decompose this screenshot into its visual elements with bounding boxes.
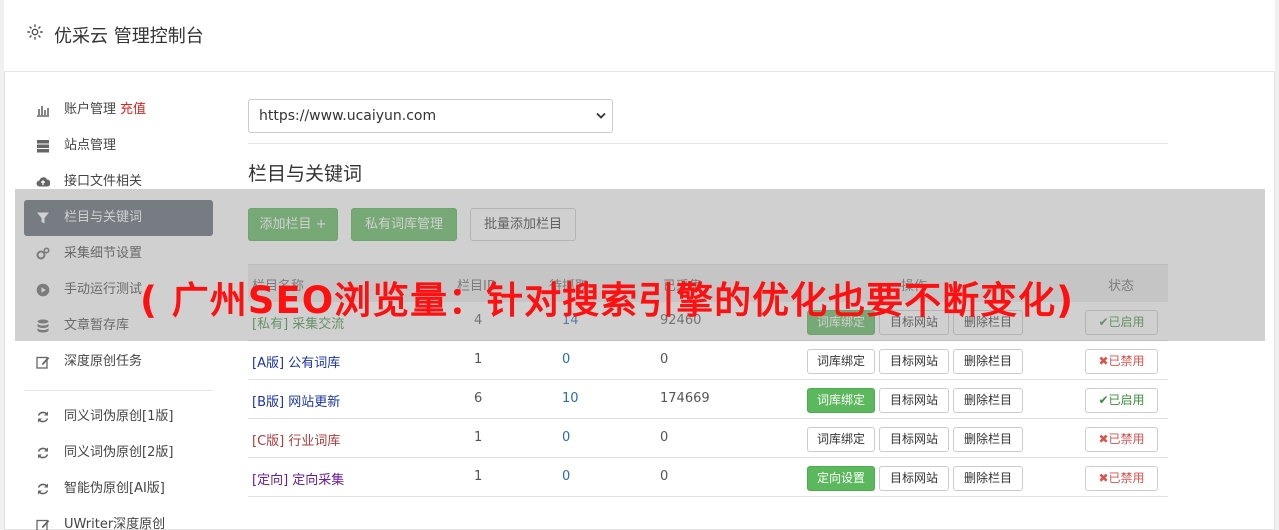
target-site-button[interactable]: 目标网站 (879, 466, 949, 491)
column-name: 定向采集 (292, 473, 345, 488)
page-header: 优采云 管理控制台 (4, 0, 1275, 72)
collected-count: 0 (660, 430, 669, 445)
column-name-link[interactable]: [B版] 网站更新 (252, 391, 340, 410)
column-tag: [B版] (252, 395, 285, 410)
table-row: [定向] 定向采集 1 0 0 定向设置 目标网站 删除栏目 ✖已禁用 (248, 458, 1168, 497)
bind-lexicon-button[interactable]: 词库绑定 (807, 388, 875, 413)
refresh-icon (37, 483, 49, 495)
column-name: 公有词库 (288, 356, 341, 371)
bind-lexicon-button[interactable]: 词库绑定 (807, 427, 875, 452)
bind-lexicon-button[interactable]: 定向设置 (807, 466, 875, 491)
sidebar-item-synonym-v2[interactable]: 同义词伪原创[2版] (24, 435, 214, 471)
recharge-link[interactable]: 充值 (120, 102, 146, 117)
delete-column-button[interactable]: 删除栏目 (953, 388, 1023, 413)
sidebar-item-label: UWriter深度原创 (64, 517, 166, 530)
sidebar-item-deep-original[interactable]: 深度原创任务 (24, 344, 214, 380)
divider (248, 143, 1168, 144)
sidebar-item-label: 智能伪原创[AI版] (64, 481, 165, 496)
sidebar-item-uwriter[interactable]: UWriter深度原创 (24, 507, 214, 530)
column-name-link[interactable]: [C版] 行业词库 (252, 430, 340, 449)
edit-icon (36, 519, 50, 530)
chevron-down-icon (596, 112, 606, 119)
status-toggle[interactable]: ✖已禁用 (1085, 466, 1158, 491)
delete-column-button[interactable]: 删除栏目 (953, 349, 1023, 374)
gear-icon (27, 24, 43, 40)
site-select-value: https://www.ucaiyun.com (259, 108, 437, 124)
pending-count[interactable]: 0 (562, 469, 570, 484)
column-name-link[interactable]: [A版] 公有词库 (252, 352, 340, 371)
sidebar-item-label: 站点管理 (64, 138, 117, 153)
cloud-upload-icon (36, 177, 50, 187)
target-site-button[interactable]: 目标网站 (879, 388, 949, 413)
status-toggle[interactable]: ✔已启用 (1085, 388, 1158, 413)
table-row: [B版] 网站更新 6 10 174669 词库绑定 目标网站 删除栏目 ✔已启用 (248, 380, 1168, 419)
column-id: 1 (474, 469, 483, 484)
column-name: 网站更新 (288, 395, 341, 410)
sidebar-item-sites[interactable]: 站点管理 (24, 128, 214, 164)
column-name-link[interactable]: [定向] 定向采集 (252, 469, 344, 488)
sidebar-item-synonym-v1[interactable]: 同义词伪原创[1版] (24, 399, 214, 435)
sidebar-item-ai-rewrite[interactable]: 智能伪原创[AI版] (24, 471, 214, 507)
collected-count: 0 (660, 352, 669, 367)
server-icon (37, 140, 49, 153)
column-id: 1 (474, 430, 483, 445)
table-row: [A版] 公有词库 1 0 0 词库绑定 目标网站 删除栏目 ✖已禁用 (248, 341, 1168, 380)
site-select[interactable]: https://www.ucaiyun.com (248, 99, 613, 133)
pending-count[interactable]: 0 (562, 430, 570, 445)
sidebar-item-label: 接口文件相关 (64, 174, 143, 189)
column-id: 1 (474, 352, 483, 367)
sidebar-item-label: 同义词伪原创[1版] (64, 409, 174, 424)
sidebar-item-label: 同义词伪原创[2版] (64, 445, 174, 460)
sidebar-divider (24, 390, 213, 391)
target-site-button[interactable]: 目标网站 (879, 427, 949, 452)
pending-count[interactable]: 10 (562, 391, 579, 406)
sidebar-item-label: 账户管理 (64, 102, 117, 117)
watermark-text: ( 广州SEO浏览量：针对搜索引擎的优化也要不断变化) (140, 279, 1075, 322)
bind-lexicon-button[interactable]: 词库绑定 (807, 349, 875, 374)
page-title: 优采云 管理控制台 (54, 26, 204, 47)
section-title: 栏目与关键词 (248, 163, 363, 185)
status-toggle[interactable]: ✖已禁用 (1085, 349, 1158, 374)
column-tag: [定向] (252, 473, 289, 488)
pending-count[interactable]: 0 (562, 352, 570, 367)
refresh-icon (37, 447, 49, 459)
collected-count: 0 (660, 469, 669, 484)
table-row: [C版] 行业词库 1 0 0 词库绑定 目标网站 删除栏目 ✖已禁用 (248, 419, 1168, 458)
column-tag: [A版] (252, 356, 285, 371)
delete-column-button[interactable]: 删除栏目 (953, 466, 1023, 491)
column-tag: [C版] (252, 434, 285, 449)
column-id: 6 (474, 391, 483, 406)
sidebar-item-label: 深度原创任务 (64, 354, 143, 369)
delete-column-button[interactable]: 删除栏目 (953, 427, 1023, 452)
bar-chart-icon (37, 106, 49, 117)
column-name: 行业词库 (288, 434, 341, 449)
status-toggle[interactable]: ✖已禁用 (1085, 427, 1158, 452)
refresh-icon (37, 411, 49, 423)
collected-count: 174669 (660, 391, 710, 406)
target-site-button[interactable]: 目标网站 (879, 349, 949, 374)
sidebar-item-account[interactable]: 账户管理 充值 (24, 92, 214, 128)
edit-icon (36, 356, 50, 369)
